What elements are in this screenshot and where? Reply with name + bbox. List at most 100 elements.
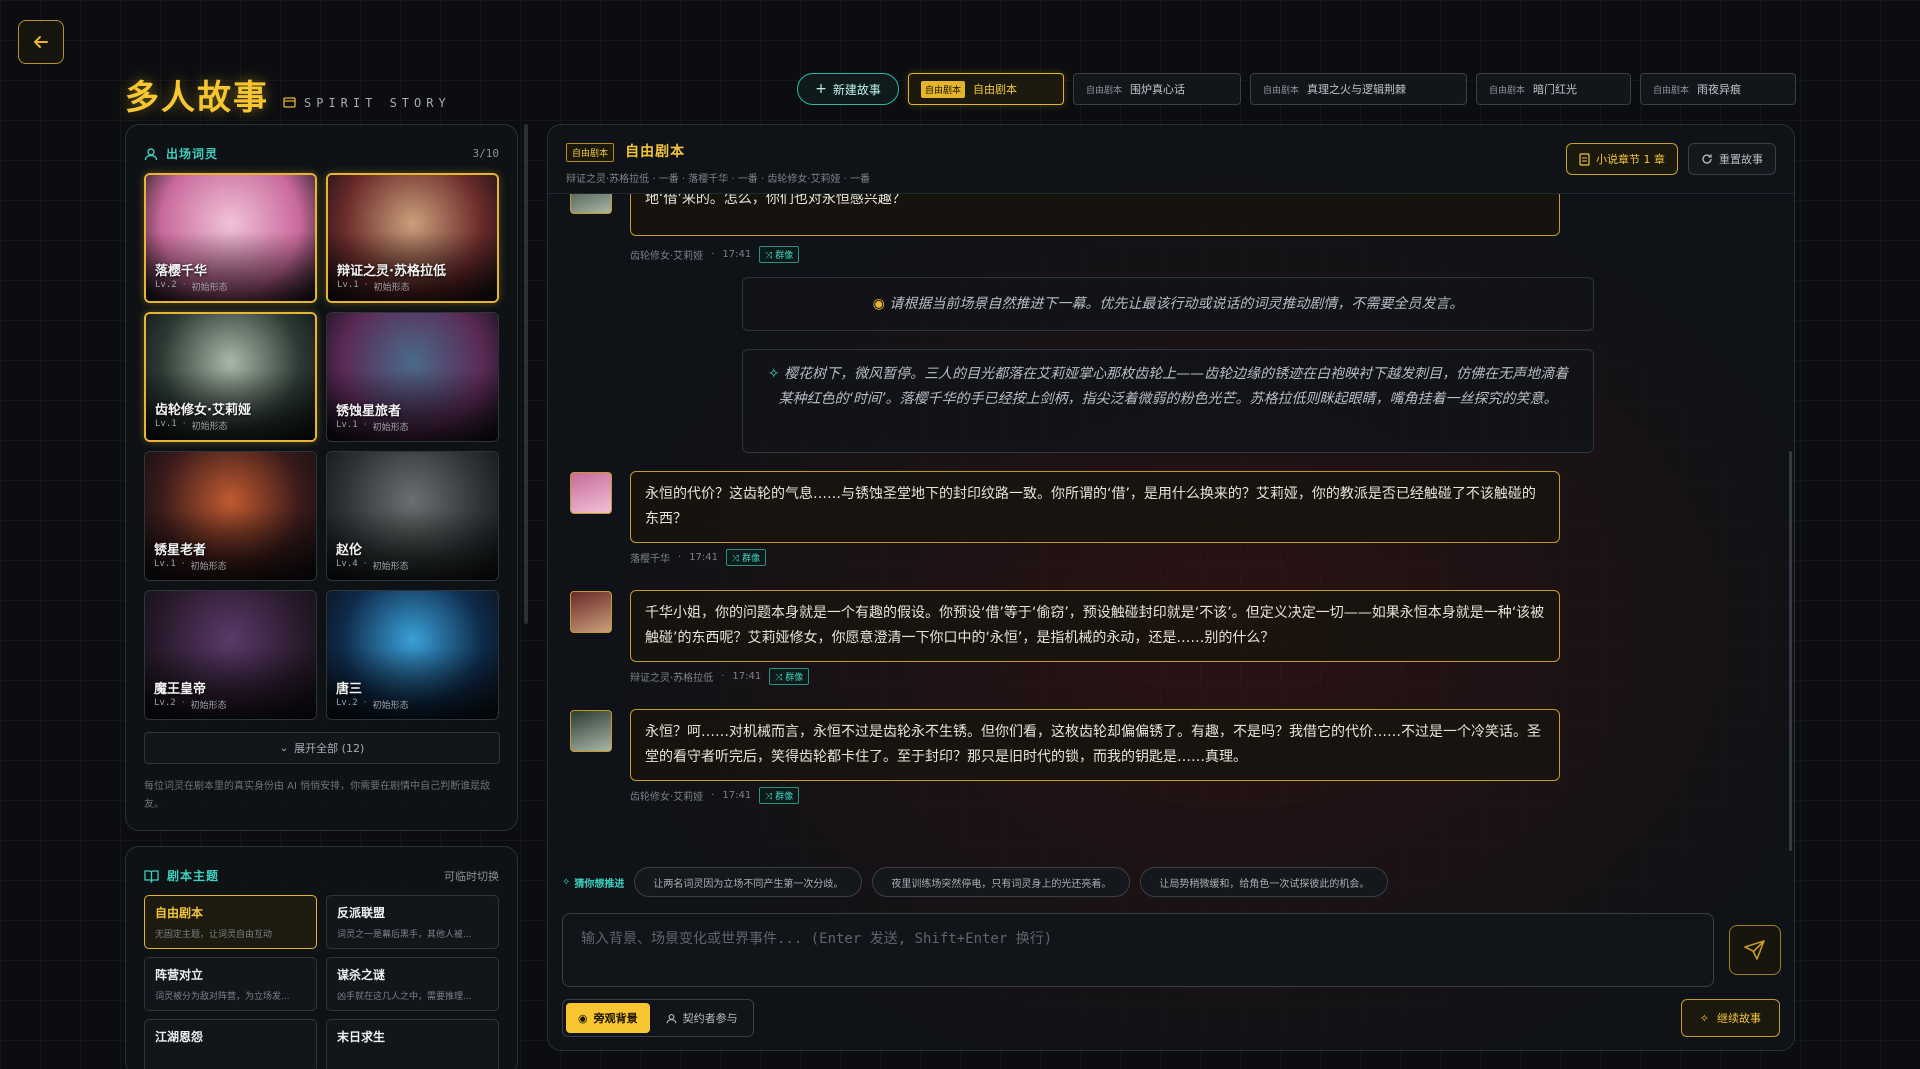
avatar <box>570 710 612 752</box>
group-badge: ⤨ 群像 <box>726 549 767 566</box>
message-text: 呵……阿恒真是百无知趣。这不过是一枚古老的齿轮，上面刻着‘永恒的代价’。我本想等… <box>645 194 906 207</box>
story-tab-3[interactable]: 自由剧本 真理之火与逻辑荆棘 <box>1250 73 1467 105</box>
spirit-card[interactable]: 唐三 Lv.2 · 初始形态 <box>326 590 499 720</box>
theme-card[interactable]: 江湖恩怨 <box>144 1019 317 1069</box>
story-tab-tag: 自由剧本 <box>1086 85 1123 96</box>
spirit-name: 辩证之灵·苏格拉低 <box>337 264 446 279</box>
narration-text: 樱花树下，微风暂停。三人的目光都落在艾莉娅掌心那枚齿轮上——齿轮边缘的锈迹在白袍… <box>778 366 1569 407</box>
story-tab-tag: 自由剧本 <box>1489 85 1526 96</box>
message-bubble: 永恒的代价？这齿轮的气息……与锈蚀圣堂地下的封印纹路一致。你所谓的‘借’，是用什… <box>630 471 1560 543</box>
theme-grid: 自由剧本 无固定主题，让词灵自由互动 反派联盟 词灵之一是幕后黑手，其他人被... … <box>144 895 499 1069</box>
message-bubble: 千华小姐，你的问题本身就是一个有趣的假设。你预设‘借’等于‘偷窃’，预设触碰封印… <box>630 590 1560 662</box>
continue-story-button[interactable]: ✧ 继续故事 <box>1680 999 1780 1037</box>
theme-card[interactable]: 谋杀之谜 凶手就在这几人之中，需要推理... <box>326 957 499 1011</box>
cast-title: 出场词灵 <box>166 147 219 161</box>
send-icon <box>1744 940 1765 960</box>
story-tab-tag: 自由剧本 <box>1653 85 1690 96</box>
story-tab-label: 自由剧本 <box>973 83 1018 96</box>
sparkle-icon: ✧ <box>562 876 571 888</box>
spirit-level: Lv.1 <box>155 419 177 429</box>
reset-story-label: 重置故事 <box>1719 153 1763 166</box>
theme-card[interactable]: 末日求生 <box>326 1019 499 1069</box>
story-title: 自由剧本 <box>625 144 686 160</box>
cast-scrollbar[interactable] <box>524 124 528 624</box>
story-tab-tag: 自由剧本 <box>1263 85 1300 96</box>
story-tab-1[interactable]: 自由剧本 自由剧本 <box>908 73 1064 105</box>
send-button[interactable] <box>1729 925 1781 975</box>
theme-card[interactable]: 阵营对立 词灵被分为敌对阵营，为立场发... <box>144 957 317 1011</box>
spirit-form: 初始形态 <box>372 423 409 433</box>
cast-header: 出场词灵 <box>144 145 218 162</box>
spirit-name: 锈蚀星旅者 <box>336 404 402 419</box>
expand-all-label: 展开全部 (12) <box>294 742 365 755</box>
theme-card-title: 江湖恩怨 <box>155 1030 204 1044</box>
expand-all-button[interactable]: ⌄ 展开全部 (12) <box>144 732 500 764</box>
spirit-level: Lv.1 <box>337 280 359 290</box>
story-tab-2[interactable]: 自由剧本 围炉真心话 <box>1073 73 1241 105</box>
spirit-card[interactable]: 锈星老者 Lv.1 · 初始形态 <box>144 451 317 581</box>
message-time: 17:41 <box>722 249 752 260</box>
story-tab-4[interactable]: 自由剧本 暗门红光 <box>1476 73 1631 105</box>
mode-toggle: ◉ 旁观背景 契约者参与 <box>562 999 754 1037</box>
spirit-card[interactable]: 齿轮修女·艾莉娅 Lv.1 · 初始形态 <box>144 312 317 442</box>
story-header: 自由剧本 自由剧本 辩证之灵·苏格拉低 · 一番 · 落樱千华 · 一番 · 齿… <box>566 141 1776 185</box>
suggestion-chip[interactable]: 让局势稍微缓和，给角色一次试探彼此的机会。 <box>1140 867 1389 897</box>
message-meta: 齿轮修女·艾莉娅 · 17:41 ⤨ 群像 <box>630 787 800 804</box>
suggestion-chip[interactable]: 夜里训练场突然停电，只有词灵身上的光还亮着。 <box>872 867 1131 897</box>
spirit-level: Lv.4 <box>336 559 358 569</box>
back-button[interactable] <box>18 20 64 64</box>
message-speaker: 齿轮修女·艾莉娅 <box>630 792 704 803</box>
story-tab-5[interactable]: 自由剧本 雨夜异痕 <box>1640 73 1796 105</box>
spirit-level: Lv.1 <box>336 420 358 430</box>
eye-icon: ◉ <box>578 1011 588 1025</box>
player-mode-button[interactable]: 契约者参与 <box>654 1003 750 1033</box>
spirit-card[interactable]: 辩证之灵·苏格拉低 Lv.1 · 初始形态 <box>326 173 499 303</box>
chat-scrollbar[interactable] <box>1789 451 1792 851</box>
spirit-name: 锈星老者 <box>154 543 207 558</box>
message-text: 千华小姐，你的问题本身就是一个有趣的假设。你预设‘借’等于‘偷窃’，预设触碰封印… <box>645 605 1545 646</box>
system-prompt-text: 请根据当前场景自然推进下一幕。优先让最该行动或说话的词灵推动剧情，不需要全员发言… <box>889 296 1464 312</box>
story-tab-label: 围炉真心话 <box>1130 83 1186 96</box>
observer-mode-button[interactable]: ◉ 旁观背景 <box>566 1003 650 1033</box>
message-meta: 落樱千华 · 17:41 ⤨ 群像 <box>630 549 767 566</box>
message-time: 17:41 <box>732 671 762 682</box>
theme-card[interactable]: 反派联盟 词灵之一是幕后黑手，其他人被... <box>326 895 499 949</box>
page-subtitle: SPIRIT STORY <box>283 96 451 110</box>
suggestion-label: ✧ 猜你想推进 <box>562 876 625 890</box>
message-meta: 齿轮修女·艾莉娅 · 17:41 ⤨ 群像 <box>630 246 800 263</box>
message-bubble: 永恒？呵……对机械而言，永恒不过是齿轮永不生锈。但你们看，这枚齿轮却偏偏锈了。有… <box>630 709 1560 781</box>
chat-scroll-area[interactable]: 呵……阿恒真是百无知趣。这不过是一枚古老的齿轮，上面刻着‘永恒的代价’。我本想等… <box>548 194 1794 854</box>
theme-card-title: 阵营对立 <box>155 968 204 982</box>
spirit-card[interactable]: 落樱千华 Lv.2 · 初始形态 <box>144 173 317 303</box>
spirit-form: 初始形态 <box>190 562 227 572</box>
novel-chapters-button[interactable]: 小说章节 1 章 <box>1566 143 1678 175</box>
spirit-card[interactable]: 锈蚀星旅者 Lv.1 · 初始形态 <box>326 312 499 442</box>
spirit-name: 落樱千华 <box>155 264 208 279</box>
arrow-left-icon <box>34 36 48 48</box>
new-story-button[interactable]: + 新建故事 <box>797 73 899 105</box>
message-speaker: 落樱千华 <box>630 554 670 565</box>
suggestion-chip[interactable]: 让两名词灵因为立场不同产生第一次分歧。 <box>634 867 863 897</box>
sparkle-icon: ✧ <box>1699 1011 1709 1025</box>
avatar <box>570 591 612 633</box>
theme-card-desc: 无固定主题，让词灵自由互动 <box>155 930 273 940</box>
reset-story-button[interactable]: 重置故事 <box>1688 143 1776 175</box>
chevron-down-icon: ⌄ <box>279 742 289 754</box>
cast-note: 每位词灵在剧本里的真实身份由 AI 悄悄安排，你需要在剧情中自己判断谁是敌友。 <box>144 781 491 810</box>
spirit-level: Lv.2 <box>336 698 358 708</box>
book-icon <box>144 869 159 883</box>
theme-card[interactable]: 自由剧本 无固定主题，让词灵自由互动 <box>144 895 317 949</box>
page-header: 多人故事 SPIRIT STORY <box>125 70 451 119</box>
film-icon <box>283 97 296 108</box>
narration: ✧ 樱花树下，微风暂停。三人的目光都落在艾莉娅掌心那枚齿轮上——齿轮边缘的锈迹在… <box>742 349 1594 453</box>
spirit-card[interactable]: 魔王皇帝 Lv.2 · 初始形态 <box>144 590 317 720</box>
spirit-name: 齿轮修女·艾莉娅 <box>155 403 251 418</box>
spirit-name: 唐三 <box>336 682 363 697</box>
story-input[interactable]: 输入背景、场景变化或世界事件... (Enter 发送, Shift+Enter… <box>562 913 1714 987</box>
novel-chapters-label: 小说章节 1 章 <box>1596 153 1665 166</box>
spirit-card[interactable]: 赵伦 Lv.4 · 初始形态 <box>326 451 499 581</box>
user-icon <box>666 1013 676 1023</box>
refresh-icon <box>1702 154 1712 164</box>
group-badge: ⤨ 群像 <box>769 668 810 685</box>
message-speaker: 辩证之灵·苏格拉低 <box>630 673 714 684</box>
